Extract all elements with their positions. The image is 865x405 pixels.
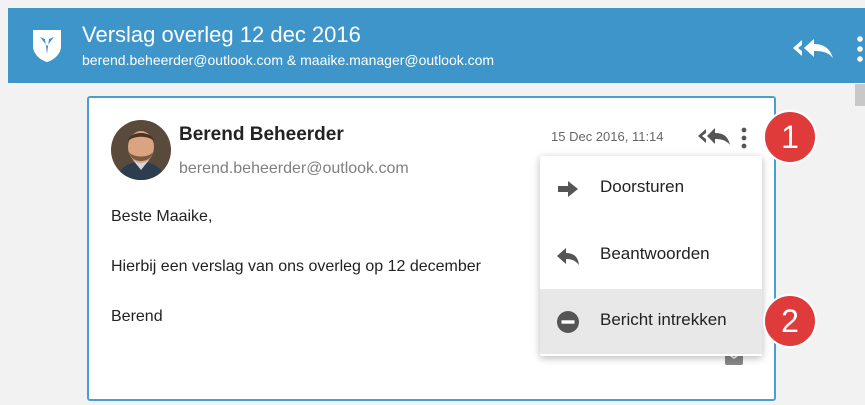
- step-marker-2: 2: [763, 294, 817, 348]
- message-greeting: Beste Maaike,: [111, 208, 213, 225]
- reply-all-icon[interactable]: [792, 36, 834, 60]
- conversation-title: Verslag overleg 12 dec 2016: [82, 22, 361, 47]
- sender-email: berend.beheerder@outlook.com: [179, 160, 409, 177]
- reply-all-icon[interactable]: [697, 126, 731, 146]
- shield-bird-icon: [33, 30, 61, 62]
- menu-item-forward[interactable]: Doorsturen: [540, 156, 762, 221]
- menu-item-label: Beantwoorden: [600, 244, 710, 263]
- sender-name: Berend Beheerder: [179, 124, 344, 145]
- minus-circle-icon: [557, 311, 579, 333]
- reply-icon: [557, 248, 579, 265]
- message-body-line: Hierbij een verslag van ons overleg op 1…: [111, 258, 481, 275]
- menu-item-reply[interactable]: Beantwoorden: [540, 223, 762, 288]
- more-vert-icon[interactable]: [740, 126, 748, 150]
- arrow-forward-icon: [558, 181, 578, 197]
- menu-item-label: Bericht intrekken: [600, 310, 727, 329]
- menu-item-label: Doorsturen: [600, 177, 685, 196]
- scrollbar-thumb[interactable]: [855, 84, 865, 106]
- step-marker-1: 1: [763, 110, 817, 164]
- app-header: Verslag overleg 12 dec 2016 berend.behee…: [8, 8, 865, 83]
- sender-avatar: [111, 120, 171, 180]
- message-actions-menu: Doorsturen Beantwoorden Bericht intrekke…: [540, 156, 762, 356]
- more-vert-icon[interactable]: [855, 34, 865, 64]
- message-date: 15 Dec 2016, 11:14: [551, 129, 664, 144]
- menu-item-revoke[interactable]: Bericht intrekken: [540, 289, 762, 354]
- message-signature: Berend: [111, 308, 163, 325]
- conversation-participants: berend.beheerder@outlook.com & maaike.ma…: [82, 52, 495, 68]
